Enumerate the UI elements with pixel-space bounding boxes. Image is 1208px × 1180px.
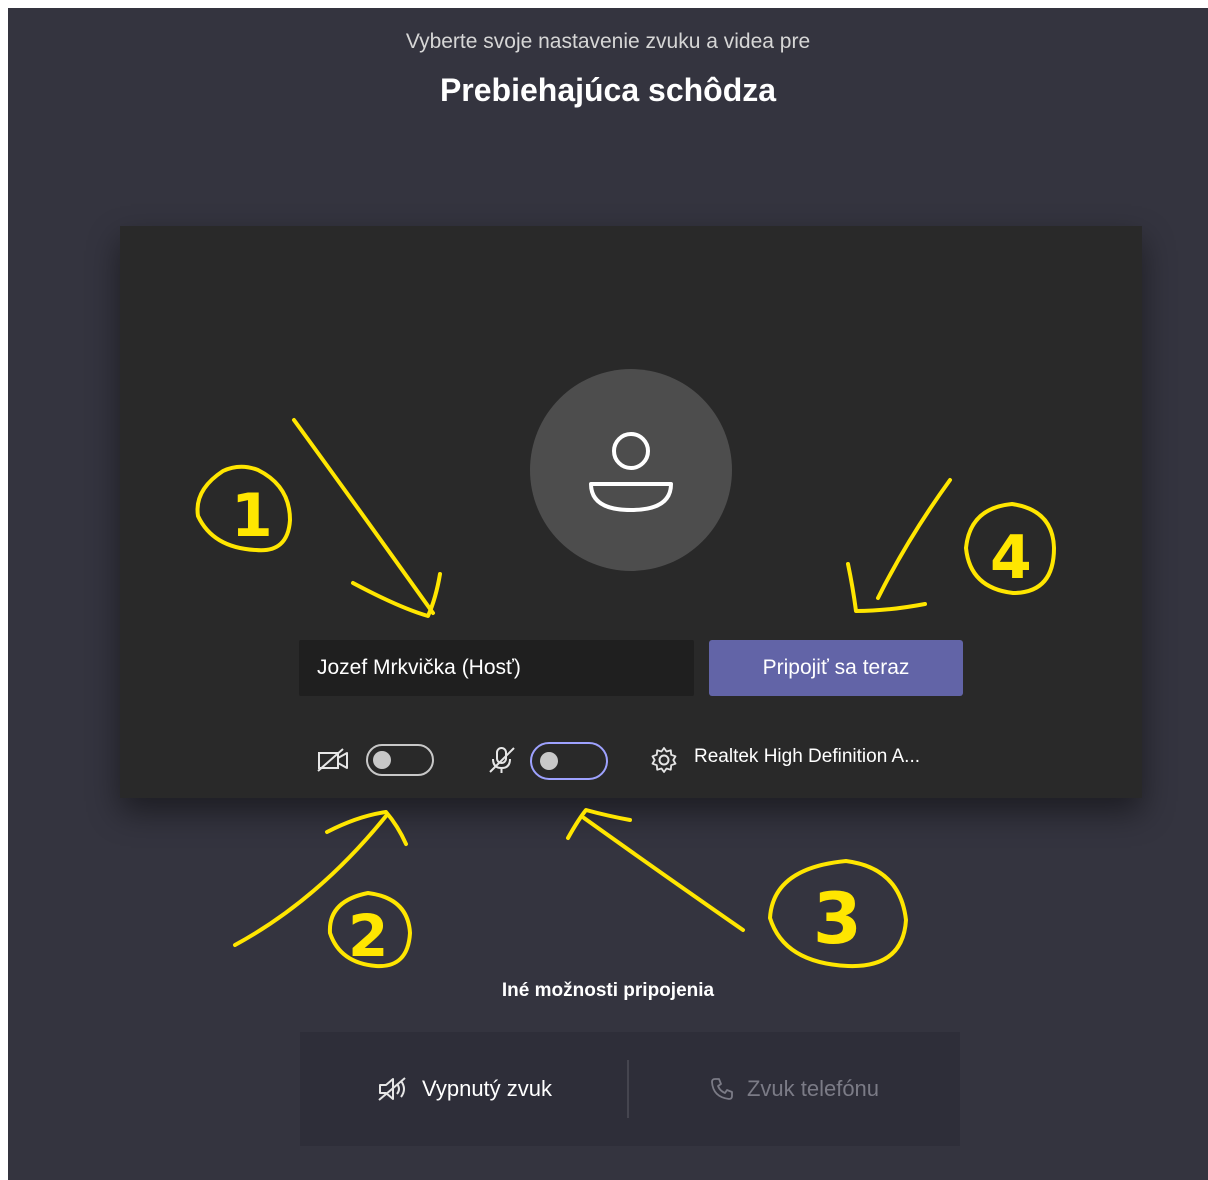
phone-icon [711, 1078, 733, 1100]
annotation-arrow-2 [233, 814, 388, 947]
video-preview-panel: Pripojiť sa teraz [120, 226, 1142, 798]
other-join-options-title: Iné možnosti pripojenia [501, 980, 715, 1001]
annotation-circle-2 [327, 891, 412, 969]
camera-toggle-knob [373, 751, 391, 769]
page-subtitle: Vyberte svoje nastavenie zvuku a videa p… [405, 30, 811, 53]
audio-off-option[interactable]: Vypnutý zvuk [300, 1032, 628, 1146]
avatar [530, 369, 732, 571]
annotation-circle-3 [768, 859, 908, 969]
annotation-label-2: 2 [348, 902, 388, 970]
person-icon [589, 432, 673, 512]
phone-audio-label: Zvuk telefónu [746, 1076, 880, 1101]
audio-off-label: Vypnutý zvuk [421, 1076, 553, 1101]
join-now-button[interactable]: Pripojiť sa teraz [709, 640, 963, 696]
camera-off-icon [317, 748, 348, 772]
camera-control[interactable] [316, 740, 438, 780]
options-divider [627, 1060, 629, 1118]
speaker-off-icon [378, 1077, 406, 1101]
microphone-toggle-knob [540, 752, 558, 770]
gear-icon[interactable] [650, 746, 678, 774]
annotation-arrowhead-3 [566, 808, 632, 840]
audio-device-settings[interactable]: Realtek High Definition A... [694, 746, 920, 768]
annotation-label-3: 3 [813, 878, 862, 960]
microphone-toggle[interactable] [530, 742, 608, 780]
phone-audio-option[interactable]: Zvuk telefónu [630, 1032, 958, 1146]
annotation-arrowhead-2 [325, 810, 408, 846]
page-title: Prebiehajúca schôdza [439, 72, 777, 108]
camera-toggle[interactable] [366, 744, 434, 776]
other-join-options: Vypnutý zvuk Zvuk telefónu [300, 1032, 960, 1146]
annotation-arrow-3 [582, 816, 745, 932]
microphone-control[interactable] [486, 740, 610, 780]
name-input[interactable] [299, 640, 694, 696]
join-screen: Vyberte svoje nastavenie zvuku a videa p… [8, 8, 1208, 1180]
mic-off-icon [489, 747, 515, 773]
